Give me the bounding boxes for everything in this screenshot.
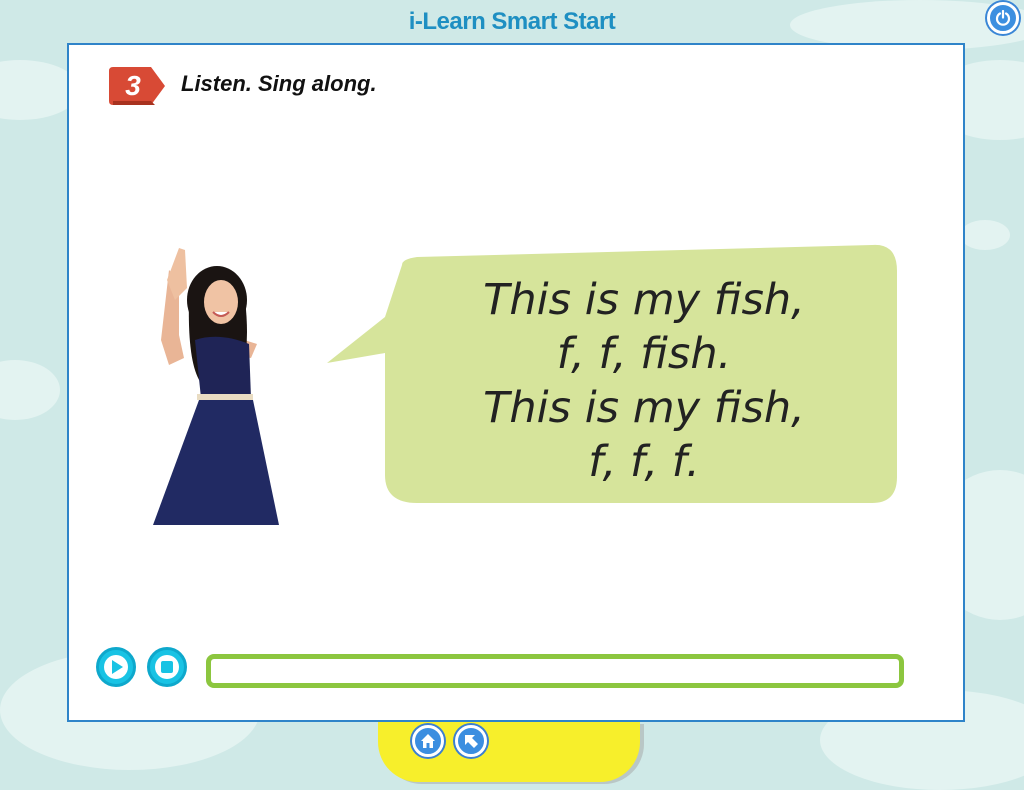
home-button[interactable]: [412, 725, 444, 757]
back-button[interactable]: [455, 725, 487, 757]
lyric-line: This is my fish,: [483, 275, 805, 325]
lyric-line: f, f, fish.: [556, 329, 732, 379]
stop-icon: [161, 661, 173, 673]
stop-button[interactable]: [147, 647, 187, 687]
play-icon: [112, 660, 123, 674]
app-title: i-Learn Smart Start: [408, 8, 616, 35]
exercise-badge: 3: [109, 65, 167, 107]
home-icon: [421, 734, 435, 748]
lyric-line: This is my fish,: [483, 383, 805, 433]
lesson-panel: 3 Listen. Sing along. This is my fish, f…: [67, 43, 965, 722]
power-button[interactable]: [987, 2, 1019, 34]
teacher-image: [153, 248, 279, 525]
arrow-up-left-icon: [465, 735, 478, 748]
power-icon: [995, 10, 1011, 26]
exercise-number: 3: [125, 70, 141, 101]
background-cloud: [960, 220, 1010, 250]
lyric-line: f, f, f.: [588, 437, 700, 487]
exercise-instruction: Listen. Sing along.: [181, 71, 377, 96]
audio-progress-bar[interactable]: [206, 654, 904, 688]
song-lyrics: This is my fish, f, f, fish. This is my …: [394, 273, 894, 489]
play-button[interactable]: [96, 647, 136, 687]
background-cloud: [0, 360, 60, 420]
